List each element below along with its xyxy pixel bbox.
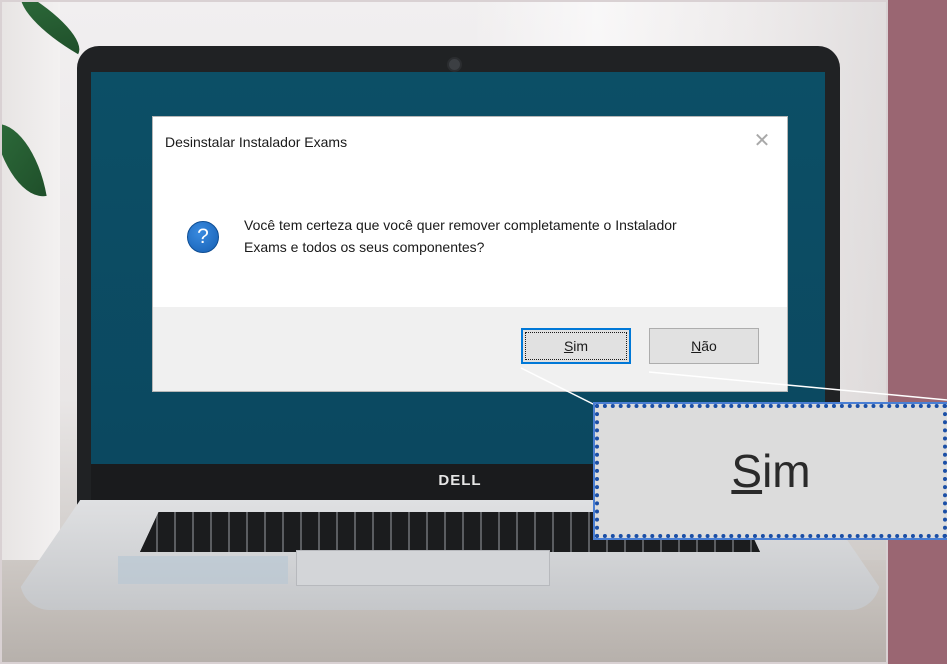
laptop-photo: DELL Desinstalar Instalador Exams ✕ ? Vo… [0,0,888,664]
no-label: ão [701,338,717,354]
question-glyph: ? [197,225,209,248]
dialog-footer: Sim Não [153,307,787,391]
wall [0,0,60,560]
yes-mnemonic: S [563,338,574,354]
no-mnemonic: N [691,338,702,354]
zoom-label-rest: im [762,445,811,497]
trackpad [296,550,550,586]
uninstall-dialog: Desinstalar Instalador Exams ✕ ? Você te… [153,117,787,391]
question-icon: ? [187,221,219,253]
dell-logo: DELL [438,472,482,489]
zoom-label: Sim [599,408,943,534]
dialog-message: Você tem certeza que você quer remover c… [244,214,764,258]
close-icon[interactable]: ✕ [751,129,773,151]
zoomed-yes-button: Sim [593,402,947,540]
zoom-mnemonic: S [731,445,763,497]
dialog-title: Desinstalar Instalador Exams [165,134,348,150]
message-line: Exams e todos os seus componentes? [244,239,485,255]
laptop-sticker [118,556,288,584]
yes-label: im [573,338,589,354]
no-button[interactable]: Não [649,328,759,364]
webcam [447,57,462,72]
yes-button[interactable]: Sim [521,328,631,364]
message-line: Você tem certeza que você quer remover c… [244,217,677,233]
